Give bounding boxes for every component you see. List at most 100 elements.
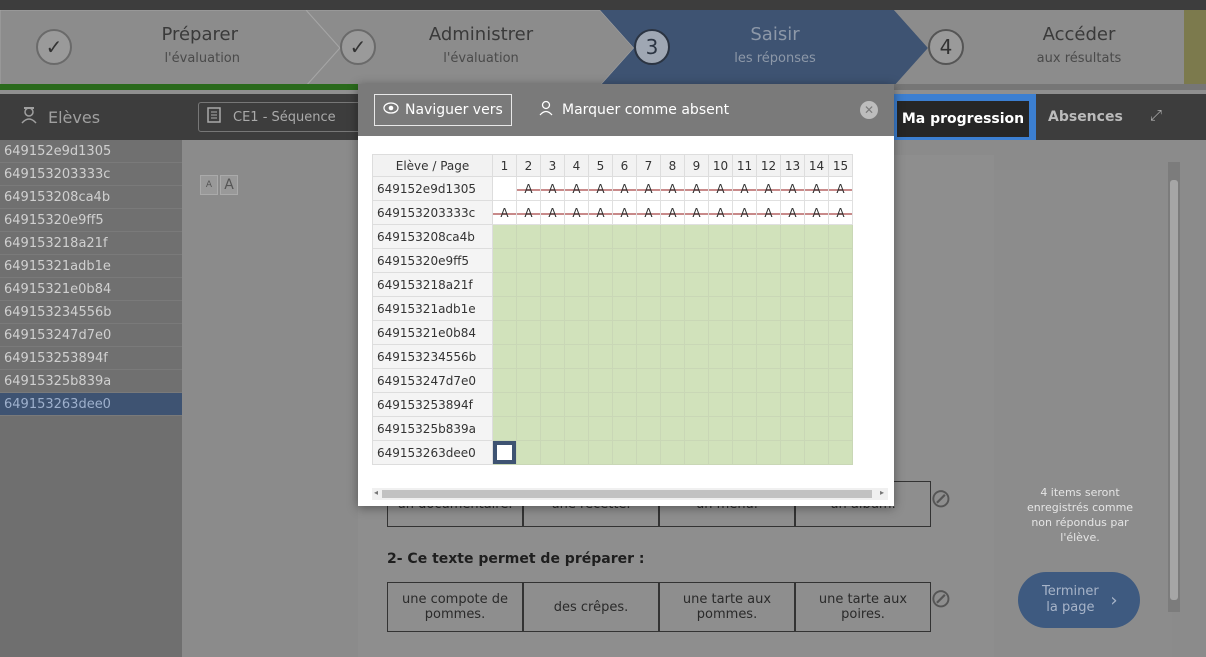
completed-cell[interactable]: [780, 392, 805, 417]
completed-cell[interactable]: [780, 416, 805, 441]
completed-cell[interactable]: [780, 440, 805, 465]
completed-cell[interactable]: [756, 368, 781, 393]
current-position-cell[interactable]: [492, 440, 517, 465]
absent-cell[interactable]: A: [660, 176, 685, 201]
answer-option[interactable]: une tarte aux poires.: [795, 582, 931, 632]
student-list-item[interactable]: 64915321adb1e: [0, 255, 182, 278]
completed-cell[interactable]: [708, 320, 733, 345]
completed-cell[interactable]: [828, 344, 853, 369]
completed-cell[interactable]: [828, 224, 853, 249]
completed-cell[interactable]: [516, 344, 541, 369]
completed-cell[interactable]: [708, 416, 733, 441]
completed-cell[interactable]: [660, 344, 685, 369]
completed-cell[interactable]: [660, 392, 685, 417]
completed-cell[interactable]: [660, 224, 685, 249]
student-list-item[interactable]: 649153234556b: [0, 301, 182, 324]
page-column-header[interactable]: 13: [780, 154, 805, 177]
completed-cell[interactable]: [780, 296, 805, 321]
absent-cell[interactable]: A: [804, 176, 829, 201]
completed-cell[interactable]: [588, 272, 613, 297]
completed-cell[interactable]: [732, 368, 757, 393]
completed-cell[interactable]: [516, 296, 541, 321]
completed-cell[interactable]: [660, 368, 685, 393]
horizontal-scrollbar[interactable]: ◂ ▸: [372, 488, 888, 500]
scrollbar-thumb[interactable]: [382, 490, 872, 498]
completed-cell[interactable]: [828, 296, 853, 321]
absent-cell[interactable]: A: [516, 176, 541, 201]
absent-cell[interactable]: A: [540, 176, 565, 201]
completed-cell[interactable]: [708, 224, 733, 249]
completed-cell[interactable]: [756, 296, 781, 321]
absent-cell[interactable]: A: [780, 176, 805, 201]
completed-cell[interactable]: [564, 224, 589, 249]
completed-cell[interactable]: [660, 248, 685, 273]
page-column-header[interactable]: 3: [540, 154, 565, 177]
completed-cell[interactable]: [828, 320, 853, 345]
completed-cell[interactable]: [804, 392, 829, 417]
student-list-item[interactable]: 649153203333c: [0, 163, 182, 186]
completed-cell[interactable]: [732, 392, 757, 417]
page-column-header[interactable]: 10: [708, 154, 733, 177]
student-list-item[interactable]: 649153218a21f: [0, 232, 182, 255]
sequence-selector[interactable]: CE1 - Séquence: [198, 102, 368, 132]
completed-cell[interactable]: [588, 392, 613, 417]
completed-cell[interactable]: [612, 272, 637, 297]
completed-cell[interactable]: [540, 272, 565, 297]
student-list-item[interactable]: 64915325b839a: [0, 370, 182, 393]
step-saisir[interactable]: 3 Saisir les réponses: [600, 10, 894, 86]
page-column-header[interactable]: 15: [828, 154, 853, 177]
absent-cell[interactable]: A: [564, 200, 589, 225]
completed-cell[interactable]: [540, 296, 565, 321]
completed-cell[interactable]: [780, 272, 805, 297]
completed-cell[interactable]: [636, 224, 661, 249]
completed-cell[interactable]: [828, 416, 853, 441]
completed-cell[interactable]: [612, 248, 637, 273]
completed-cell[interactable]: [516, 224, 541, 249]
completed-cell[interactable]: [780, 368, 805, 393]
completed-cell[interactable]: [732, 416, 757, 441]
completed-cell[interactable]: [756, 344, 781, 369]
answer-option[interactable]: des crêpes.: [523, 582, 659, 632]
completed-cell[interactable]: [828, 272, 853, 297]
completed-cell[interactable]: [804, 368, 829, 393]
no-answer-icon[interactable]: ⊘: [930, 584, 952, 614]
completed-cell[interactable]: [564, 296, 589, 321]
completed-cell[interactable]: [636, 440, 661, 465]
empty-cell[interactable]: [492, 176, 517, 201]
completed-cell[interactable]: [732, 320, 757, 345]
completed-cell[interactable]: [540, 344, 565, 369]
completed-cell[interactable]: [780, 320, 805, 345]
completed-cell[interactable]: [780, 248, 805, 273]
step-administrer[interactable]: ✓ Administrer l'évaluation: [306, 10, 600, 86]
absent-cell[interactable]: A: [636, 200, 661, 225]
absent-cell[interactable]: A: [684, 200, 709, 225]
absent-cell[interactable]: A: [588, 176, 613, 201]
completed-cell[interactable]: [804, 296, 829, 321]
completed-cell[interactable]: [564, 248, 589, 273]
page-column-header[interactable]: 2: [516, 154, 541, 177]
completed-cell[interactable]: [540, 320, 565, 345]
completed-cell[interactable]: [540, 440, 565, 465]
absent-cell[interactable]: A: [828, 176, 853, 201]
font-small-button[interactable]: A: [200, 175, 218, 195]
completed-cell[interactable]: [612, 368, 637, 393]
completed-cell[interactable]: [732, 224, 757, 249]
completed-cell[interactable]: [684, 344, 709, 369]
tab-ma-progression[interactable]: Ma progression: [890, 94, 1036, 144]
completed-cell[interactable]: [564, 320, 589, 345]
completed-cell[interactable]: [684, 248, 709, 273]
completed-cell[interactable]: [780, 344, 805, 369]
completed-cell[interactable]: [684, 272, 709, 297]
absent-cell[interactable]: A: [732, 200, 757, 225]
completed-cell[interactable]: [780, 224, 805, 249]
page-column-header[interactable]: 4: [564, 154, 589, 177]
completed-cell[interactable]: [516, 392, 541, 417]
completed-cell[interactable]: [636, 392, 661, 417]
completed-cell[interactable]: [756, 320, 781, 345]
completed-cell[interactable]: [540, 248, 565, 273]
absent-cell[interactable]: A: [540, 200, 565, 225]
page-column-header[interactable]: 11: [732, 154, 757, 177]
completed-cell[interactable]: [564, 272, 589, 297]
completed-cell[interactable]: [636, 344, 661, 369]
completed-cell[interactable]: [540, 416, 565, 441]
